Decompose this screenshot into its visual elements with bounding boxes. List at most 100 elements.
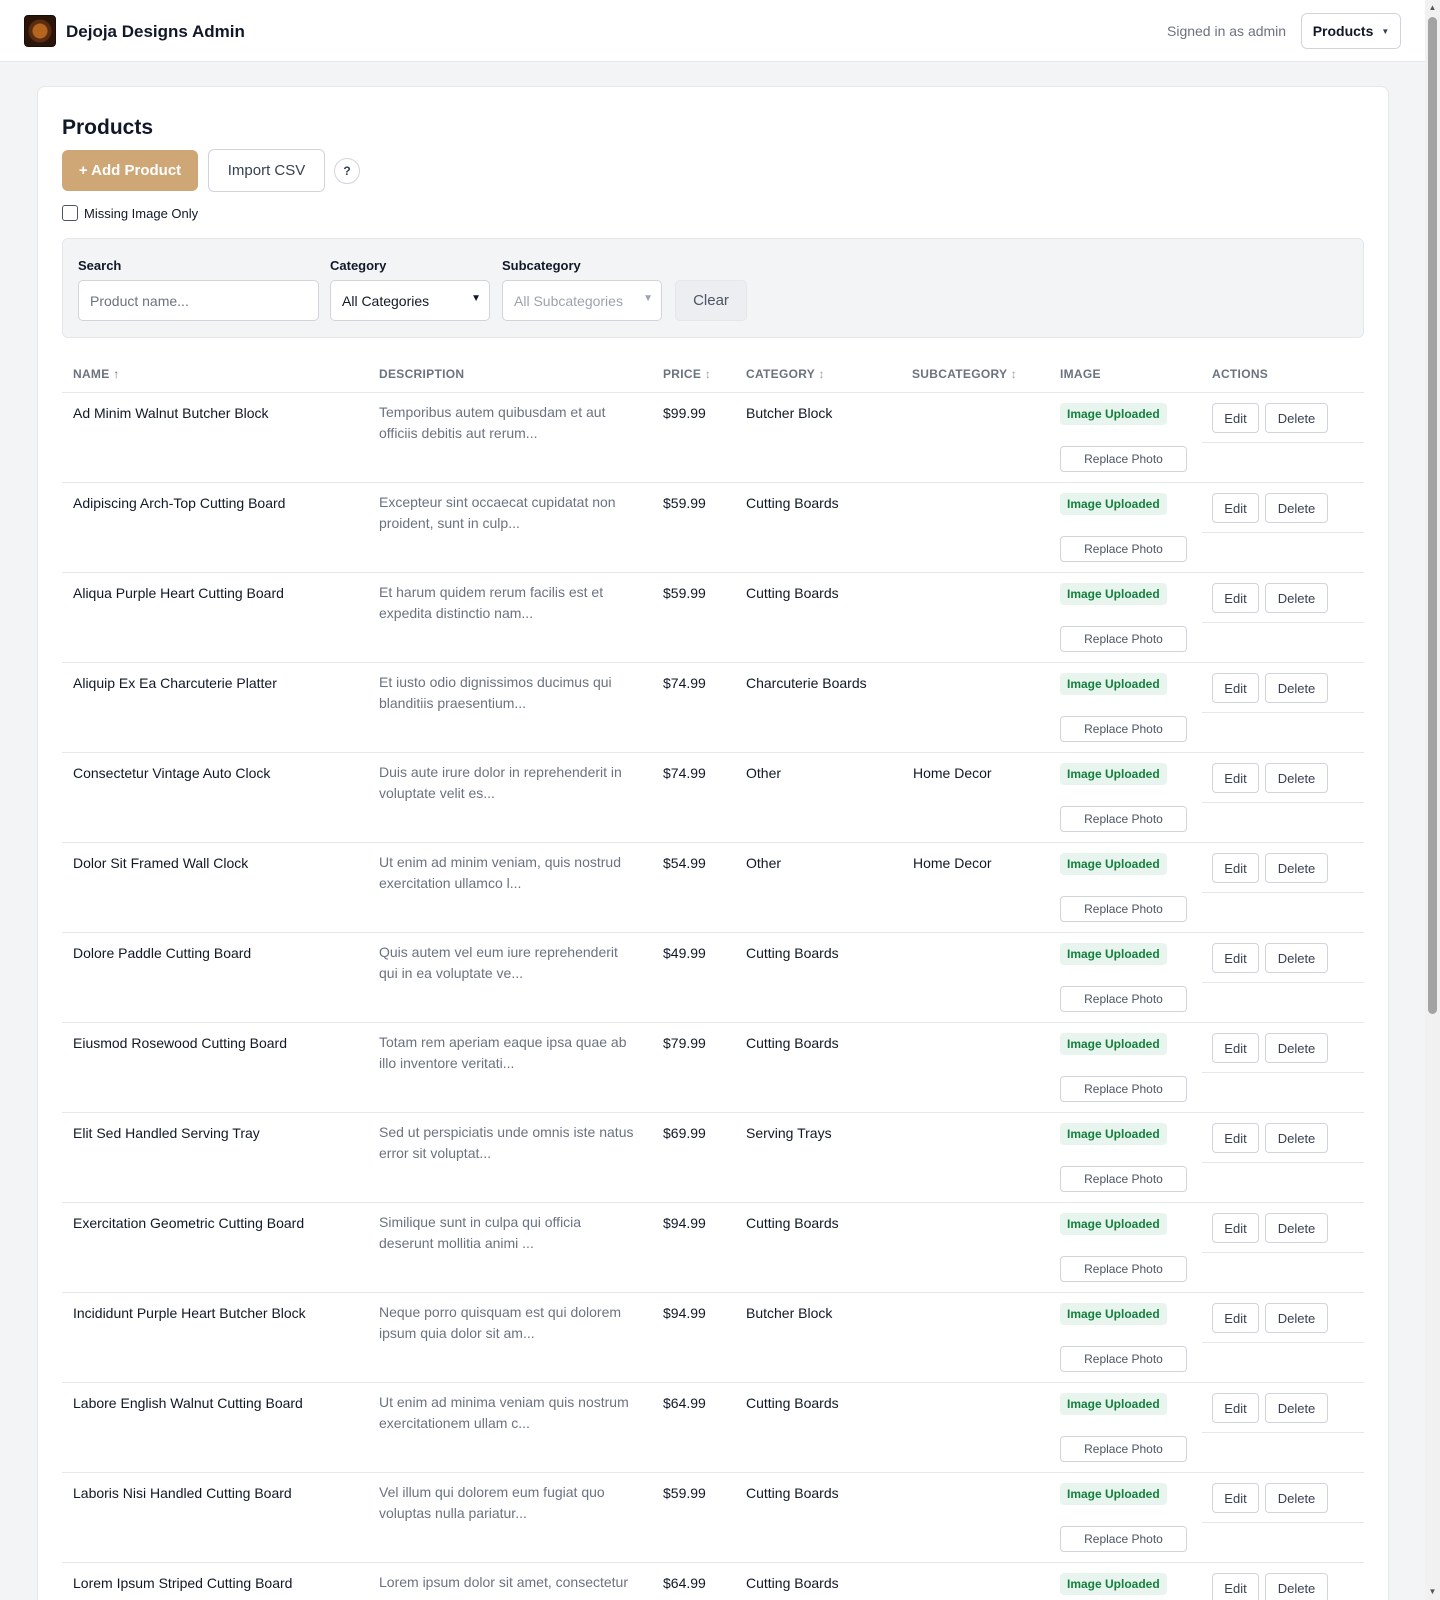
product-category: Cutting Boards bbox=[746, 1485, 839, 1501]
category-label: Category bbox=[330, 258, 387, 273]
replace-photo-button[interactable]: Replace Photo bbox=[1060, 806, 1187, 832]
page-title: Products bbox=[62, 116, 154, 139]
delete-button[interactable]: Delete bbox=[1265, 1123, 1328, 1153]
actions-divider bbox=[1202, 892, 1364, 893]
actions-divider bbox=[1202, 1162, 1364, 1163]
product-subcategory: Home Decor bbox=[913, 765, 992, 781]
scroll-up-arrow-icon[interactable]: ▲ bbox=[1428, 3, 1437, 13]
description-line: ipsum quia dolor sit am... bbox=[379, 1325, 535, 1341]
actions-divider bbox=[1202, 622, 1364, 623]
delete-button[interactable]: Delete bbox=[1265, 1483, 1328, 1513]
replace-photo-button[interactable]: Replace Photo bbox=[1060, 896, 1187, 922]
product-description: Vel illum qui dolorem eum fugiat quo volu… bbox=[379, 1482, 649, 1524]
replace-photo-button[interactable]: Replace Photo bbox=[1060, 1256, 1187, 1282]
replace-photo-button[interactable]: Replace Photo bbox=[1060, 1436, 1187, 1462]
row-divider bbox=[62, 1562, 1364, 1563]
replace-photo-button[interactable]: Replace Photo bbox=[1060, 1166, 1187, 1192]
column-header-subcategory[interactable]: SUBCATEGORY ↕ bbox=[912, 367, 1017, 381]
edit-button[interactable]: Edit bbox=[1212, 1213, 1259, 1243]
sort-icon: ↕ bbox=[704, 367, 712, 381]
scroll-down-arrow-icon[interactable]: ▼ bbox=[1428, 1587, 1437, 1597]
delete-button[interactable]: Delete bbox=[1265, 1033, 1328, 1063]
subcategory-select[interactable]: All Subcategories ▼ bbox=[502, 280, 662, 321]
products-menu-button[interactable]: Products ▼ bbox=[1301, 13, 1401, 49]
product-price: $54.99 bbox=[663, 855, 706, 871]
table-header-divider bbox=[62, 392, 1364, 393]
delete-button[interactable]: Delete bbox=[1265, 1393, 1328, 1423]
description-line: illo inventore veritati... bbox=[379, 1055, 515, 1071]
actions-divider bbox=[1202, 982, 1364, 983]
edit-button[interactable]: Edit bbox=[1212, 493, 1259, 523]
replace-photo-button[interactable]: Replace Photo bbox=[1060, 1526, 1187, 1552]
help-button[interactable]: ? bbox=[334, 158, 360, 184]
product-name: Laboris Nisi Handled Cutting Board bbox=[73, 1485, 292, 1501]
row-divider bbox=[62, 482, 1364, 483]
column-header-name[interactable]: NAME ↑ bbox=[73, 367, 120, 381]
image-status-badge: Image Uploaded bbox=[1060, 1033, 1167, 1055]
edit-button[interactable]: Edit bbox=[1212, 403, 1259, 433]
delete-button[interactable]: Delete bbox=[1265, 763, 1328, 793]
edit-button[interactable]: Edit bbox=[1212, 1033, 1259, 1063]
description-line: Ut enim ad minima veniam quis nostrum bbox=[379, 1394, 629, 1410]
scrollbar-thumb[interactable] bbox=[1428, 17, 1437, 1014]
product-name: Aliquip Ex Ea Charcuterie Platter bbox=[73, 675, 277, 691]
row-divider bbox=[62, 1382, 1364, 1383]
delete-button[interactable]: Delete bbox=[1265, 1573, 1328, 1600]
delete-button[interactable]: Delete bbox=[1265, 403, 1328, 433]
product-name: Dolore Paddle Cutting Board bbox=[73, 945, 252, 961]
replace-photo-button[interactable]: Replace Photo bbox=[1060, 536, 1187, 562]
product-name: Labore English Walnut Cutting Board bbox=[73, 1395, 303, 1411]
app-title[interactable]: Dejoja Designs Admin bbox=[66, 22, 245, 42]
description-line: voluptas nulla pariatur... bbox=[379, 1505, 527, 1521]
category-select[interactable]: All Categories ▼ bbox=[330, 280, 490, 321]
delete-button[interactable]: Delete bbox=[1265, 673, 1328, 703]
brand-logo[interactable] bbox=[24, 15, 56, 47]
replace-photo-button[interactable]: Replace Photo bbox=[1060, 1076, 1187, 1102]
clear-filters-button[interactable]: Clear bbox=[675, 280, 747, 321]
edit-button[interactable]: Edit bbox=[1212, 853, 1259, 883]
actions-divider bbox=[1202, 1252, 1364, 1253]
product-category: Cutting Boards bbox=[746, 1035, 839, 1051]
edit-button[interactable]: Edit bbox=[1212, 1483, 1259, 1513]
product-description: Similique sunt in culpa qui officia deser… bbox=[379, 1212, 649, 1254]
product-name: Ad Minim Walnut Butcher Block bbox=[73, 405, 269, 421]
description-line: Totam rem aperiam eaque ipsa quae ab bbox=[379, 1034, 627, 1050]
product-category: Butcher Block bbox=[746, 405, 833, 421]
description-line: error sit voluptat... bbox=[379, 1145, 492, 1161]
delete-button[interactable]: Delete bbox=[1265, 493, 1328, 523]
column-header-price[interactable]: PRICE ↕ bbox=[663, 367, 711, 381]
search-input[interactable]: Product name... bbox=[78, 280, 319, 321]
image-status-badge: Image Uploaded bbox=[1060, 1213, 1167, 1235]
description-line: Neque porro quisquam est qui dolorem bbox=[379, 1304, 622, 1320]
product-price: $59.99 bbox=[663, 585, 706, 601]
edit-button[interactable]: Edit bbox=[1212, 1393, 1259, 1423]
delete-button[interactable]: Delete bbox=[1265, 583, 1328, 613]
import-csv-button[interactable]: Import CSV bbox=[208, 149, 325, 192]
edit-button[interactable]: Edit bbox=[1212, 583, 1259, 613]
replace-photo-button[interactable]: Replace Photo bbox=[1060, 1346, 1187, 1372]
actions-divider bbox=[1202, 1342, 1364, 1343]
product-category: Cutting Boards bbox=[746, 495, 839, 511]
edit-button[interactable]: Edit bbox=[1212, 1303, 1259, 1333]
image-status-badge: Image Uploaded bbox=[1060, 403, 1167, 425]
delete-button[interactable]: Delete bbox=[1265, 1213, 1328, 1243]
row-divider bbox=[62, 932, 1364, 933]
edit-button[interactable]: Edit bbox=[1212, 1573, 1259, 1600]
column-header-category[interactable]: CATEGORY ↕ bbox=[746, 367, 825, 381]
delete-button[interactable]: Delete bbox=[1265, 943, 1328, 973]
product-category: Cutting Boards bbox=[746, 945, 839, 961]
add-product-button[interactable]: + Add Product bbox=[62, 150, 198, 191]
missing-image-checkbox[interactable] bbox=[62, 205, 78, 221]
missing-image-label[interactable]: Missing Image Only bbox=[84, 206, 198, 221]
replace-photo-button[interactable]: Replace Photo bbox=[1060, 626, 1187, 652]
replace-photo-button[interactable]: Replace Photo bbox=[1060, 986, 1187, 1012]
delete-button[interactable]: Delete bbox=[1265, 1303, 1328, 1333]
image-status-badge: Image Uploaded bbox=[1060, 673, 1167, 695]
edit-button[interactable]: Edit bbox=[1212, 673, 1259, 703]
replace-photo-button[interactable]: Replace Photo bbox=[1060, 716, 1187, 742]
edit-button[interactable]: Edit bbox=[1212, 1123, 1259, 1153]
delete-button[interactable]: Delete bbox=[1265, 853, 1328, 883]
edit-button[interactable]: Edit bbox=[1212, 763, 1259, 793]
replace-photo-button[interactable]: Replace Photo bbox=[1060, 446, 1187, 472]
edit-button[interactable]: Edit bbox=[1212, 943, 1259, 973]
